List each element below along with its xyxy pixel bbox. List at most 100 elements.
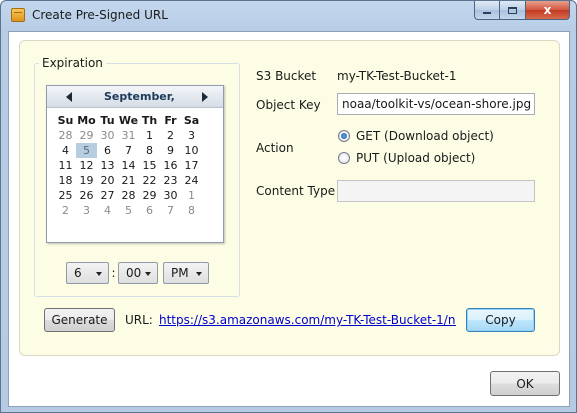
calendar-day[interactable]: 12 <box>76 158 97 173</box>
content-type-label: Content Type <box>256 184 336 198</box>
calendar-day[interactable]: 16 <box>160 158 181 173</box>
calendar-day[interactable]: 8 <box>139 143 160 158</box>
bucket-label: S3 Bucket <box>256 69 317 83</box>
calendar-day[interactable]: 1 <box>181 188 202 203</box>
action-put-label: PUT (Upload object) <box>356 151 476 165</box>
calendar-weekday: Th <box>141 114 158 127</box>
calendar-day[interactable]: 2 <box>160 128 181 143</box>
ampm-value: PM <box>171 266 189 280</box>
calendar-day[interactable]: 7 <box>118 143 139 158</box>
calendar-day[interactable]: 1 <box>139 128 160 143</box>
minute-combo[interactable]: 00 <box>118 262 158 284</box>
calendar-day[interactable]: 29 <box>76 128 97 143</box>
calendar-day[interactable]: 30 <box>97 128 118 143</box>
url-label: URL: <box>125 313 153 327</box>
window-title: Create Pre-Signed URL <box>32 8 168 22</box>
calendar-day[interactable]: 21 <box>118 173 139 188</box>
calendar-day[interactable]: 28 <box>55 128 76 143</box>
action-get-radio[interactable]: GET (Download object) <box>338 129 494 143</box>
calendar-week-row: 2345678 <box>55 203 202 218</box>
chevron-down-icon <box>145 272 151 276</box>
calendar-weekday: Mo <box>77 114 96 127</box>
calendar-day[interactable]: 27 <box>97 188 118 203</box>
expiration-calendar: September, 20 SuMoTuWeThFrSa282930311234… <box>46 85 224 243</box>
next-month-icon[interactable] <box>202 92 208 102</box>
calendar-day[interactable]: 20 <box>97 173 118 188</box>
minimize-icon <box>483 12 491 14</box>
chevron-down-icon <box>196 272 202 276</box>
calendar-day[interactable]: 22 <box>139 173 160 188</box>
calendar-week-row: 28 29 30 31 1 2 3 <box>55 128 202 143</box>
calendar-day[interactable]: 3 <box>76 203 97 218</box>
calendar-day[interactable]: 13 <box>97 158 118 173</box>
calendar-day[interactable]: 24 <box>181 173 202 188</box>
calendar-day[interactable]: 7 <box>160 203 181 218</box>
calendar-weekday: We <box>118 114 139 127</box>
maximize-button[interactable] <box>500 1 526 20</box>
calendar-weekday: Su <box>57 114 74 127</box>
calendar-week-row: 18 19 20 21 22 23 24 <box>55 173 202 188</box>
calendar-weekday: Tu <box>100 114 115 127</box>
calendar-day[interactable]: 9 <box>160 143 181 158</box>
calendar-grid: Su Mo Tu We Th Fr Sa 28 29 30 31 1 2 3 4 5 6 7 8 9 10 11 12 13 1… <box>55 113 202 218</box>
calendar-month-title[interactable]: September, 20 <box>104 90 174 103</box>
calendar-day[interactable]: 18 <box>55 173 76 188</box>
hour-combo[interactable]: 6 <box>66 262 109 284</box>
dialog-window: Create Pre-Signed URL x Expiration Septe… <box>0 0 577 413</box>
content-type-field[interactable] <box>337 180 535 202</box>
time-picker: 6 : 00 PM <box>66 262 209 284</box>
action-put-radio[interactable]: PUT (Upload object) <box>338 151 475 165</box>
minimize-button[interactable] <box>474 1 500 20</box>
calendar-day[interactable]: 25 <box>55 188 76 203</box>
generate-button[interactable]: Generate <box>44 308 115 332</box>
calendar-day[interactable]: 2 <box>55 203 76 218</box>
bucket-value: my-TK-Test-Bucket-1 <box>337 69 457 83</box>
calendar-day[interactable]: 14 <box>118 158 139 173</box>
expiration-label: Expiration <box>39 56 106 70</box>
calendar-day[interactable]: 6 <box>97 143 118 158</box>
hour-value: 6 <box>74 266 82 280</box>
ampm-combo[interactable]: PM <box>163 262 209 284</box>
calendar-day-selected[interactable]: 5 <box>76 143 97 158</box>
calendar-weekday-row: Su Mo Tu We Th Fr Sa <box>55 113 202 128</box>
title-bar[interactable]: Create Pre-Signed URL x <box>1 1 576 31</box>
calendar-day[interactable]: 19 <box>76 173 97 188</box>
calendar-day[interactable]: 8 <box>181 203 202 218</box>
calendar-day[interactable]: 4 <box>97 203 118 218</box>
chevron-down-icon <box>96 272 102 276</box>
calendar-day[interactable]: 3 <box>181 128 202 143</box>
dialog-client: Expiration September, 20 SuMoTuWeThFrSa2… <box>8 31 570 407</box>
calendar-weekday: Sa <box>183 114 200 127</box>
calendar-day[interactable]: 5 <box>118 203 139 218</box>
previous-month-icon[interactable] <box>66 92 72 102</box>
window-controls: x <box>474 1 570 20</box>
ok-button[interactable]: OK <box>490 371 560 396</box>
url-link[interactable]: https://s3.amazonaws.com/my-TK-Test-Buck… <box>159 313 456 327</box>
object-key-field[interactable]: noaa/toolkit-vs/ocean-shore.jpg <box>337 93 535 115</box>
calendar-day[interactable]: 26 <box>76 188 97 203</box>
calendar-day[interactable]: 10 <box>181 143 202 158</box>
calendar-day[interactable]: 23 <box>160 173 181 188</box>
object-key-label: Object Key <box>256 98 321 112</box>
calendar-header: September, 20 <box>47 86 223 108</box>
calendar-day[interactable]: 6 <box>139 203 160 218</box>
copy-button[interactable]: Copy <box>466 308 535 332</box>
calendar-week-row: 25 26 27 28 29 30 1 <box>55 188 202 203</box>
calendar-day[interactable]: 29 <box>139 188 160 203</box>
action-get-label: GET (Download object) <box>356 129 494 143</box>
calendar-day[interactable]: 17 <box>181 158 202 173</box>
radio-unselected-icon <box>338 152 350 164</box>
calendar-day[interactable]: 15 <box>139 158 160 173</box>
calendar-day[interactable]: 30 <box>160 188 181 203</box>
maximize-icon <box>508 6 517 14</box>
calendar-weekday: Fr <box>164 114 177 127</box>
calendar-week-row: 11 12 13 14 15 16 17 <box>55 158 202 173</box>
calendar-day[interactable]: 4 <box>55 143 76 158</box>
calendar-week-row: 4 5 6 7 8 9 10 <box>55 143 202 158</box>
calendar-day[interactable]: 28 <box>118 188 139 203</box>
calendar-day[interactable]: 11 <box>55 158 76 173</box>
radio-selected-icon <box>338 130 350 142</box>
calendar-day[interactable]: 31 <box>118 128 139 143</box>
close-button[interactable]: x <box>526 1 570 20</box>
app-icon <box>11 8 25 22</box>
